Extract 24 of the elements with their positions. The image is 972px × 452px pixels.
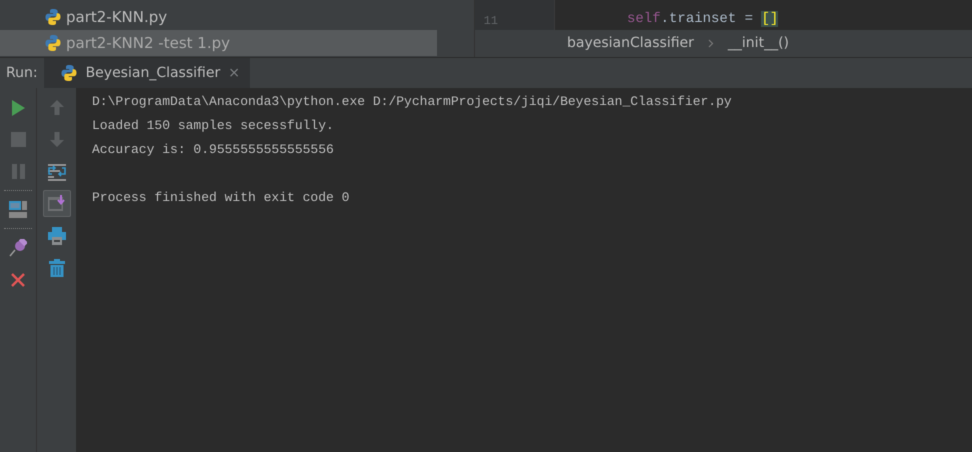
file-item[interactable]: part2-KNN.py — [44, 4, 474, 30]
python-file-icon — [44, 34, 62, 52]
file-item[interactable]: part2-KNN2 -test 1.py — [0, 30, 437, 56]
code-line: self.trainset = [] — [626, 10, 778, 29]
pin-icon[interactable] — [9, 238, 27, 256]
run-label: Run: — [5, 64, 39, 82]
python-icon — [60, 64, 78, 82]
scroll-to-end-button[interactable] — [42, 190, 70, 217]
soft-wrap-icon[interactable] — [48, 162, 66, 180]
python-file-icon — [44, 8, 62, 26]
chevron-icon — [708, 39, 714, 48]
tab-title: Beyesian_Classifier — [86, 64, 220, 82]
printer-icon[interactable] — [48, 226, 66, 244]
close-tab-button[interactable]: × — [228, 62, 240, 84]
breadcrumb-item[interactable]: __init__() — [728, 33, 789, 54]
run-icon[interactable] — [11, 100, 25, 116]
scroll-to-end-icon[interactable] — [48, 195, 66, 212]
file-name: part2-KNN2 -test 1.py — [66, 32, 230, 54]
trash-icon[interactable] — [48, 258, 64, 276]
layout-icon[interactable] — [9, 201, 27, 218]
file-name: part2-KNN.py — [66, 6, 168, 28]
close-icon[interactable] — [11, 272, 25, 286]
run-tab[interactable]: Beyesian_Classifier × — [44, 58, 250, 88]
breadcrumb-item[interactable]: bayesianClassifier — [567, 33, 694, 54]
